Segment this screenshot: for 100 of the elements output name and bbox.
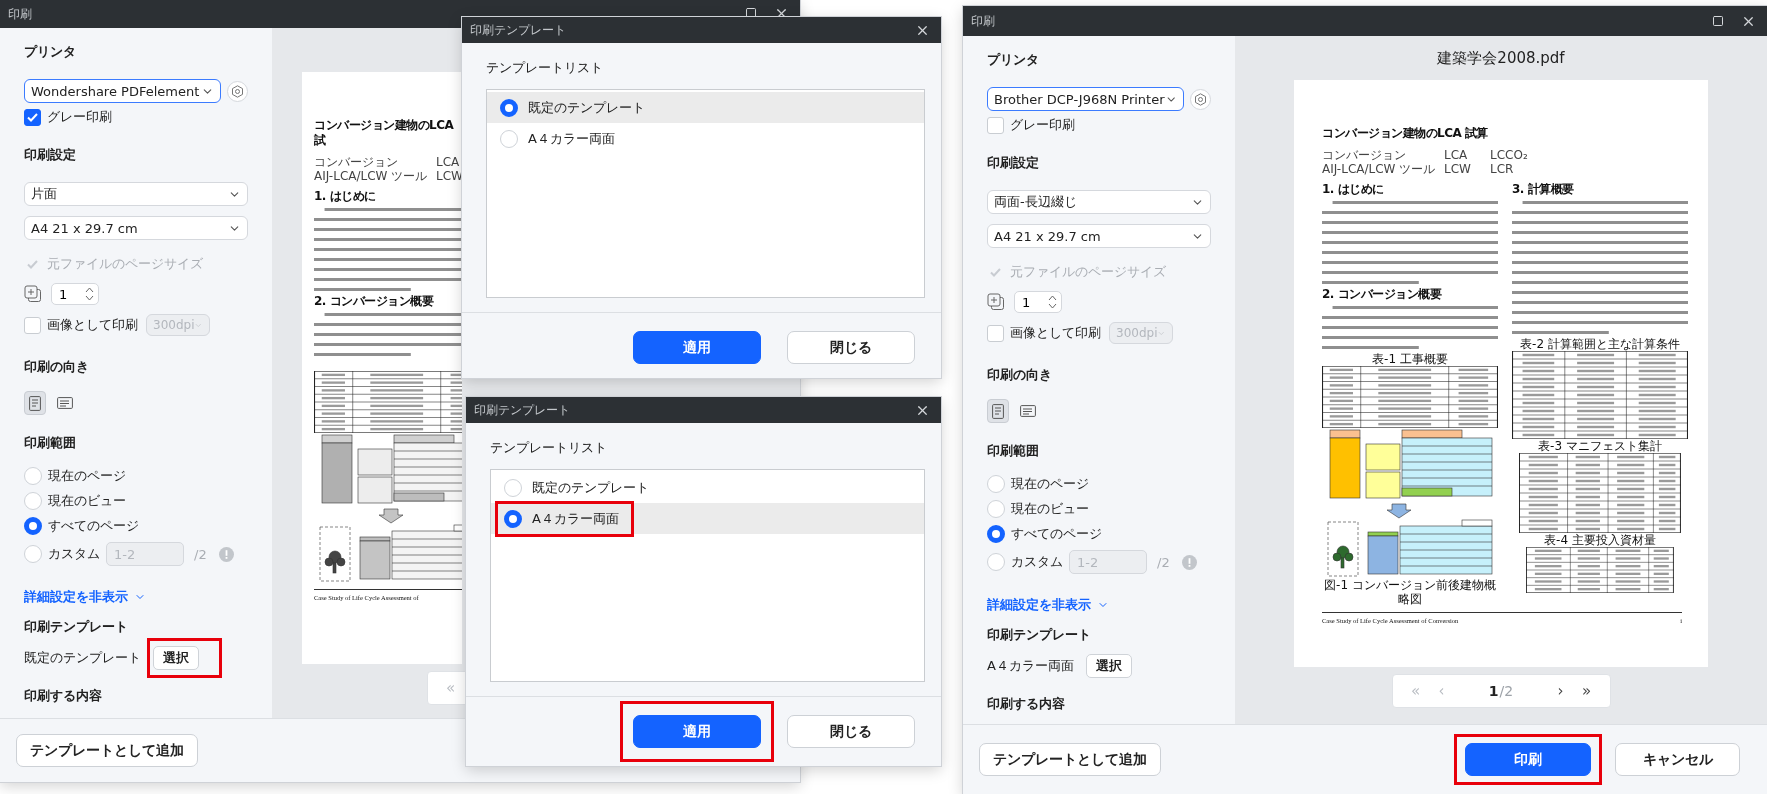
radio-label: 現在のビュー bbox=[1011, 500, 1089, 518]
radio-label: 現在のページ bbox=[48, 467, 126, 485]
option-label: A４カラー両面 bbox=[532, 509, 619, 528]
template-name: A４カラー両面 bbox=[987, 657, 1074, 675]
section-title: 印刷の向き bbox=[987, 366, 1052, 384]
table-caption: 表-4 主要投入資材量 bbox=[1544, 533, 1656, 547]
copies-icon bbox=[987, 293, 1005, 311]
add-as-template-button[interactable]: テンプレートとして追加 bbox=[979, 743, 1161, 776]
radio-button[interactable] bbox=[24, 517, 42, 535]
paper-size-dropdown[interactable]: A4 21 x 29.7 cm bbox=[24, 216, 248, 240]
document-text: AIJ-LCA/LCW ツール bbox=[314, 170, 428, 183]
info-icon bbox=[1181, 554, 1197, 570]
table-caption: 表-3 マニフェスト集計 bbox=[1538, 439, 1662, 453]
section-title: 印刷する内容 bbox=[24, 687, 102, 705]
checkbox[interactable] bbox=[24, 108, 41, 126]
figure-caption: 図-1 コンバージョン前後建物概略図 bbox=[1323, 578, 1497, 606]
radio-button[interactable] bbox=[504, 509, 522, 528]
duplex-dropdown[interactable]: 片面 bbox=[24, 182, 248, 206]
radio-label: カスタム bbox=[1011, 553, 1063, 571]
document-text: LCA bbox=[1444, 149, 1468, 162]
settings-icon bbox=[1194, 92, 1207, 106]
orientation-button[interactable] bbox=[987, 399, 1009, 423]
document-text: LCA bbox=[436, 156, 460, 169]
maximize-icon bbox=[1712, 15, 1724, 27]
copies-spinner[interactable]: 1 bbox=[1014, 291, 1062, 313]
section-title: プリンタ bbox=[24, 43, 76, 61]
section-title: 印刷設定 bbox=[987, 154, 1039, 172]
radio-button[interactable] bbox=[500, 98, 518, 117]
section-title: 印刷テンプレート bbox=[987, 626, 1091, 644]
document-heading: 2. コンバージョン概要 bbox=[1322, 287, 1442, 302]
hide-details-link[interactable]: 詳細設定を非表示 bbox=[987, 595, 1109, 615]
current-page: 1 bbox=[1488, 683, 1499, 699]
radio-label: カスタム bbox=[48, 545, 100, 563]
document-heading: 1. はじめに bbox=[314, 189, 376, 204]
copies-spinner[interactable]: 1 bbox=[51, 283, 99, 305]
select-template-button[interactable]: 選択 bbox=[153, 646, 199, 670]
radio-label: 現在のページ bbox=[1011, 475, 1089, 493]
next-page-button[interactable]: › bbox=[1547, 682, 1574, 700]
document-text: コンバージョン bbox=[1322, 149, 1406, 162]
list-label: テンプレートリスト bbox=[490, 439, 607, 457]
orientation-button[interactable] bbox=[24, 391, 46, 415]
duplex-dropdown[interactable]: 両面-長辺綴じ bbox=[987, 190, 1211, 214]
section-title: 印刷の向き bbox=[24, 358, 89, 376]
select-template-button[interactable]: 選択 bbox=[1085, 654, 1132, 678]
window-title: 印刷 bbox=[971, 12, 995, 30]
section-title: 印刷テンプレート bbox=[24, 618, 128, 636]
section-title: 印刷範囲 bbox=[987, 442, 1039, 460]
template-option[interactable]: A４カラー両面 bbox=[491, 503, 924, 534]
section-title: プリンタ bbox=[987, 51, 1039, 69]
close-dialog-button[interactable]: 閉じる bbox=[787, 715, 915, 748]
portrait-page-icon bbox=[29, 395, 41, 411]
document-text: コンバージョン bbox=[314, 156, 398, 169]
spin-arrows-icon bbox=[1048, 294, 1057, 310]
paper-size-dropdown[interactable]: A4 21 x 29.7 cm bbox=[987, 224, 1211, 248]
list-label: テンプレートリスト bbox=[486, 59, 603, 77]
template-option[interactable]: A４カラー両面 bbox=[487, 123, 924, 154]
section-title: 印刷設定 bbox=[24, 146, 76, 164]
document-text: AIJ-LCA/LCW ツール bbox=[1322, 163, 1436, 176]
option-label: A４カラー両面 bbox=[528, 129, 615, 148]
spin-arrows-icon bbox=[85, 286, 94, 302]
table-caption: 表-1 工事概要 bbox=[1372, 352, 1448, 366]
template-option[interactable]: 既定のテンプレート bbox=[491, 472, 924, 503]
radio-button[interactable] bbox=[987, 525, 1005, 543]
radio-label: すべてのページ bbox=[48, 517, 139, 535]
document-heading: 2. コンバージョン概要 bbox=[314, 294, 434, 309]
radio-label: すべてのページ bbox=[1011, 525, 1102, 543]
checkbox-label: 元ファイルのページサイズ bbox=[47, 255, 203, 273]
print-button[interactable]: 印刷 bbox=[1465, 743, 1591, 776]
last-page-button[interactable]: » bbox=[1573, 682, 1600, 700]
radio-label: 現在のビュー bbox=[48, 492, 126, 510]
window-title: 印刷 bbox=[8, 5, 32, 23]
hide-details-link[interactable]: 詳細設定を非表示 bbox=[24, 587, 146, 607]
section-title: 印刷範囲 bbox=[24, 434, 76, 452]
checkbox-label: グレー印刷 bbox=[1010, 116, 1075, 134]
page-total: /2 bbox=[1157, 554, 1170, 570]
page-count: /2 bbox=[1499, 683, 1514, 699]
dialog-title: 印刷テンプレート bbox=[474, 401, 570, 419]
cancel-button[interactable]: キャンセル bbox=[1615, 743, 1740, 776]
option-label: 既定のテンプレート bbox=[532, 478, 649, 497]
document-text: LCCO₂ bbox=[1490, 149, 1528, 162]
copies-icon bbox=[24, 285, 42, 303]
close-dialog-button[interactable]: 閉じる bbox=[787, 331, 915, 364]
landscape-page-icon bbox=[57, 397, 73, 409]
printer-dropdown[interactable]: Wondershare PDFelement bbox=[24, 79, 221, 103]
template-option[interactable]: 既定のテンプレート bbox=[487, 92, 924, 123]
info-icon bbox=[218, 546, 234, 562]
printer-settings-button[interactable] bbox=[227, 80, 248, 102]
landscape-page-icon bbox=[1020, 405, 1036, 417]
printer-settings-button[interactable] bbox=[1190, 88, 1211, 110]
checkbox-label: グレー印刷 bbox=[47, 108, 112, 126]
checkmark-icon bbox=[27, 112, 38, 122]
option-label: 既定のテンプレート bbox=[528, 98, 645, 117]
portrait-page-icon bbox=[992, 403, 1004, 419]
document-heading: 3. 計算概要 bbox=[1512, 182, 1574, 197]
printer-dropdown[interactable]: Brother DCP-J968N Printer bbox=[987, 87, 1184, 111]
add-as-template-button[interactable]: テンプレートとして追加 bbox=[16, 734, 198, 767]
apply-button[interactable]: 適用 bbox=[633, 715, 761, 748]
apply-button[interactable]: 適用 bbox=[633, 331, 761, 364]
checkbox-label: 画像として印刷 bbox=[47, 316, 138, 334]
checkbox-label: 画像として印刷 bbox=[1010, 324, 1101, 342]
